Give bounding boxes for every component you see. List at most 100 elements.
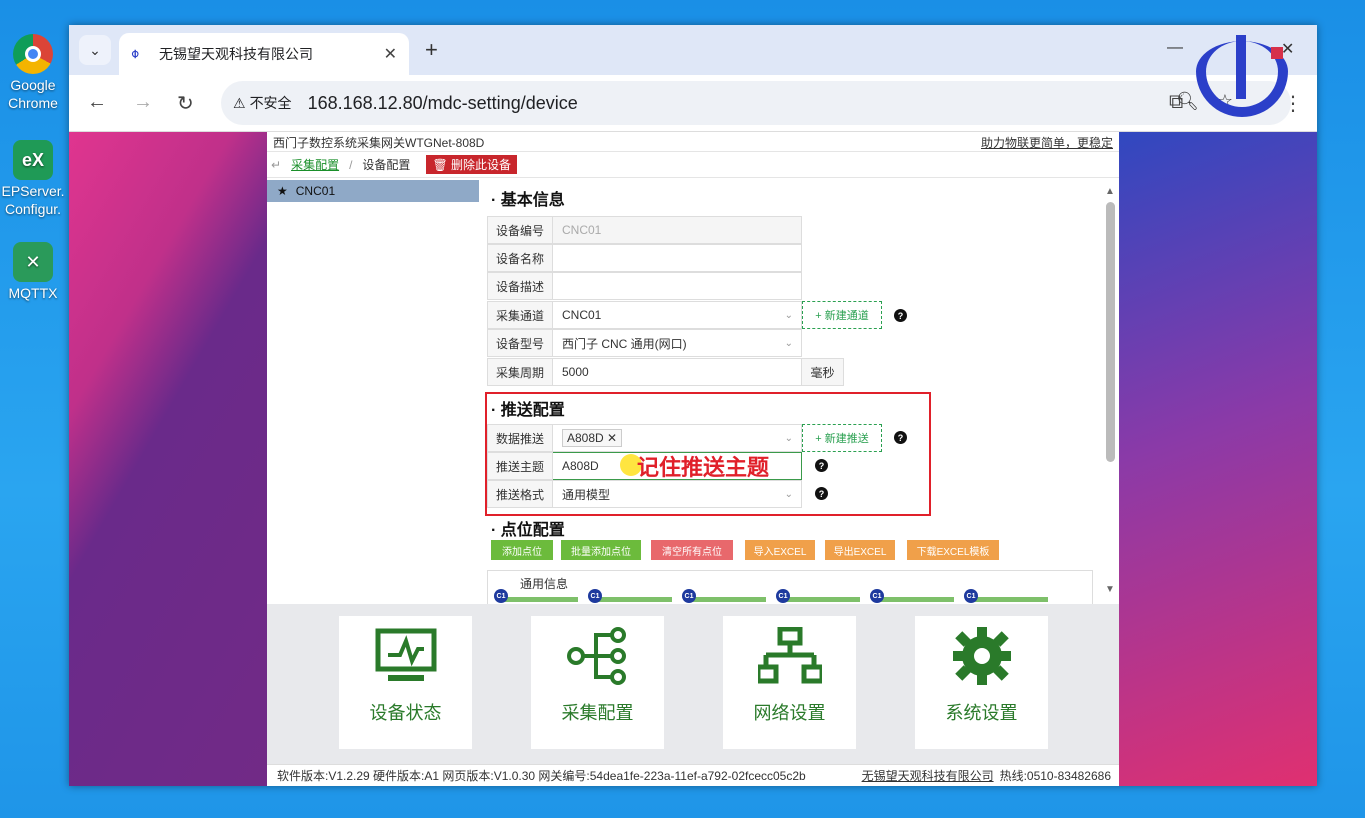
gear-icon xyxy=(952,627,1011,685)
field-label: 设备名称 xyxy=(487,244,553,272)
desktop-icon-label: MQTTX xyxy=(8,285,58,301)
tile-collect-config[interactable]: 采集配置 xyxy=(531,616,664,749)
annotation-text: 记住推送主题 xyxy=(637,455,770,480)
minimize-icon[interactable]: — xyxy=(1167,39,1183,57)
tile-label: 采集配置 xyxy=(561,703,634,723)
channel-badge: C1 xyxy=(494,589,508,603)
format-select[interactable]: 通用模型 ⌄ xyxy=(553,480,802,508)
tab-bar: ⌄ ⌽ 无锡望天观科技有限公司 ✕ + — ✕ xyxy=(69,25,1317,75)
row-channel: 采集通道 CNC01 ⌄ + 新建通道 xyxy=(487,301,882,329)
batch-add-points-button[interactable]: 批量添加点位 xyxy=(561,540,641,560)
channel-badge: C1 xyxy=(964,589,978,603)
field-label: 采集通道 xyxy=(487,301,553,329)
tile-network-settings[interactable]: 网络设置 xyxy=(723,616,856,749)
back-icon[interactable]: ← xyxy=(87,91,107,114)
config-main: · 基本信息 设备编号 CNC01 设备名称 设备描述 采集通道 CNC01 ⌄ … xyxy=(485,180,1097,604)
security-indicator[interactable]: ⚠ 不安全 xyxy=(233,93,292,113)
page-content: 西门子数控系统采集网关WTGNet-808D 助力物联更简单，更稳定 ↵ 采集配… xyxy=(69,132,1317,786)
delete-device-button[interactable]: 🗑︎ 删除此设备 xyxy=(426,155,518,174)
tab-search-button[interactable]: ⌄ xyxy=(79,35,111,65)
chevron-down-icon: ⌄ xyxy=(784,488,793,500)
more-menu-icon[interactable]: ⋮ xyxy=(1283,91,1303,116)
add-point-button[interactable]: 添加点位 xyxy=(491,540,553,560)
download-template-button[interactable]: 下载EXCEL模板 xyxy=(907,540,999,560)
section-title-push: · 推送配置 xyxy=(491,402,565,419)
breadcrumb-current: 设备配置 xyxy=(362,158,411,172)
back-arrow-icon[interactable]: ↵ xyxy=(271,158,281,172)
app-header: 西门子数控系统采集网关WTGNet-808D 助力物联更简单，更稳定 xyxy=(267,132,1119,152)
desktop-icon-label: Configur. xyxy=(4,201,62,217)
close-icon[interactable]: ✕ xyxy=(384,44,397,64)
tile-label: 网络设置 xyxy=(753,703,826,723)
slogan-link[interactable]: 助力物联更简单，更稳定 xyxy=(981,134,1113,151)
tile-label: 系统设置 xyxy=(945,703,1018,723)
star-icon: ★ xyxy=(277,184,288,198)
mqttx-icon: ✕ xyxy=(13,242,53,282)
address-bar: ← → ↻ ⚠ 不安全 168.168.12.80/mdc-setting/dev… xyxy=(69,75,1317,132)
product-title: 西门子数控系统采集网关WTGNet-808D xyxy=(273,136,485,150)
row-device-desc: 设备描述 xyxy=(487,272,802,300)
channel-badge: C1 xyxy=(776,589,790,603)
hotline: 热线:0510-83482686 xyxy=(999,769,1111,783)
scroll-down-icon[interactable]: ▼ xyxy=(1105,584,1115,595)
breadcrumb-link[interactable]: 采集配置 xyxy=(291,156,339,173)
clear-points-button[interactable]: 清空所有点位 xyxy=(651,540,733,560)
help-icon[interactable]: ? xyxy=(815,459,828,472)
row-data-push: 数据推送 A808D ✕ ⌄ + 新建推送 xyxy=(487,424,882,452)
url-field[interactable]: ⚠ 不安全 168.168.12.80/mdc-setting/device 🔍︎… xyxy=(221,81,1291,125)
field-label: 推送格式 xyxy=(487,480,553,508)
monitor-pulse-icon xyxy=(375,628,436,681)
new-push-button[interactable]: + 新建推送 xyxy=(802,424,882,452)
close-window-icon[interactable]: ✕ xyxy=(1281,39,1294,59)
scroll-up-icon[interactable]: ▲ xyxy=(1105,186,1115,197)
scrollbar[interactable]: ▲ ▼ xyxy=(1103,180,1117,604)
data-push-select[interactable]: A808D ✕ ⌄ xyxy=(553,424,802,452)
breadcrumb: ↵ 采集配置 / 设备配置 🗑︎ 删除此设备 xyxy=(267,152,1119,178)
import-excel-button[interactable]: 导入EXCEL xyxy=(745,540,815,560)
help-icon[interactable]: ? xyxy=(815,487,828,500)
reload-icon[interactable]: ↻ xyxy=(177,91,194,116)
app-footer: 软件版本:V1.2.29 硬件版本:A1 网页版本:V1.0.30 网关编号:5… xyxy=(267,764,1119,786)
background-art xyxy=(1119,132,1317,786)
tile-system-settings[interactable]: 系统设置 xyxy=(915,616,1048,749)
push-tag: A808D ✕ xyxy=(562,429,623,447)
help-icon[interactable]: ? xyxy=(894,309,907,322)
channel-select[interactable]: CNC01 ⌄ xyxy=(553,301,802,329)
site-favicon-icon: ⌽ xyxy=(131,45,140,61)
field-label: 推送主题 xyxy=(487,452,553,480)
tile-device-status[interactable]: 设备状态 xyxy=(339,616,472,749)
new-tab-button[interactable]: + xyxy=(425,37,438,63)
new-channel-button[interactable]: + 新建通道 xyxy=(802,301,882,329)
tab-general-info[interactable]: 通用信息 xyxy=(520,575,568,592)
tab-title: 无锡望天观科技有限公司 xyxy=(159,46,313,62)
device-id-field: CNC01 xyxy=(553,216,802,244)
desktop-icon-epserver[interactable]: eX EPServer. Configur. xyxy=(0,140,66,218)
channel-badge: C1 xyxy=(682,589,696,603)
help-icon[interactable]: ? xyxy=(894,431,907,444)
desktop-icon-label: EPServer. xyxy=(1,183,65,199)
tile-label: 设备状态 xyxy=(369,703,442,723)
company-link[interactable]: 无锡望天观科技有限公司 xyxy=(862,769,994,783)
desktop-icon-chrome[interactable]: Google Chrome xyxy=(0,34,66,112)
field-label: 采集周期 xyxy=(487,358,553,386)
channel-badge: C1 xyxy=(870,589,884,603)
model-select[interactable]: 西门子 CNC 通用(网口) ⌄ xyxy=(553,329,802,357)
sidebar-item-cnc01[interactable]: ★ CNC01 xyxy=(267,180,479,202)
device-desc-input[interactable] xyxy=(553,272,802,300)
section-title-points: · 点位配置 xyxy=(491,522,565,539)
extensions-icon[interactable]: ⧉ xyxy=(1169,91,1183,114)
epserver-icon: eX xyxy=(13,140,53,180)
device-name-input[interactable] xyxy=(553,244,802,272)
desktop-icon-mqttx[interactable]: ✕ MQTTX xyxy=(0,242,66,302)
tree-nodes-icon xyxy=(566,627,626,685)
browser-tab[interactable]: ⌽ 无锡望天观科技有限公司 ✕ xyxy=(119,33,409,75)
trash-icon: 🗑︎ xyxy=(432,158,452,172)
url-text: 168.168.12.80/mdc-setting/device xyxy=(307,92,578,113)
scrollbar-thumb[interactable] xyxy=(1106,202,1115,462)
channel-badge: C1 xyxy=(588,589,602,603)
forward-icon[interactable]: → xyxy=(133,91,153,114)
period-input[interactable]: 5000 xyxy=(553,358,802,386)
device-sidebar: ★ CNC01 xyxy=(267,180,479,604)
export-excel-button[interactable]: 导出EXCEL xyxy=(825,540,895,560)
desktop-icon-label: Google xyxy=(10,77,56,93)
